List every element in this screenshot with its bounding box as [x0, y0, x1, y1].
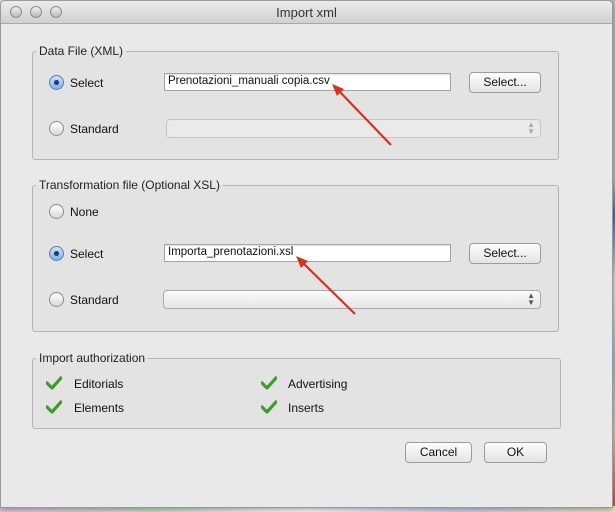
annotation-arrows: [296, 84, 392, 315]
annotation-arrow-icon: [296, 256, 356, 315]
annotation-arrow-icon: [332, 84, 392, 146]
import-xml-dialog: Import xml Data File (XML) Select Prenot…: [0, 0, 613, 508]
